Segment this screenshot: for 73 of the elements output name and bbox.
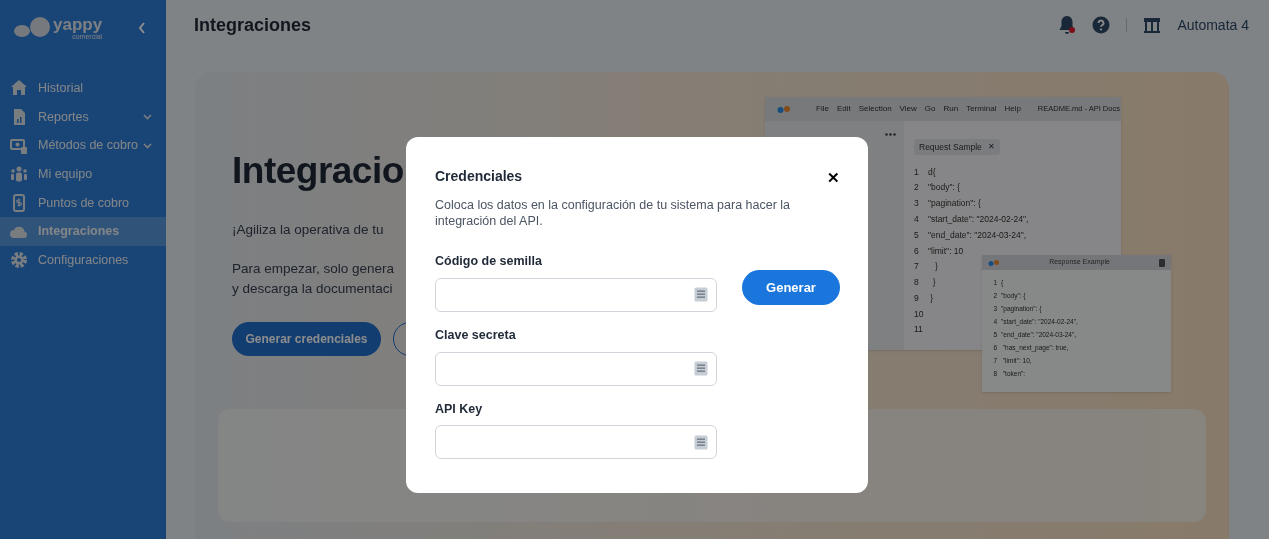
line-number: 6: [914, 244, 920, 258]
menu-item[interactable]: Edit: [836, 103, 851, 115]
line-number: 2: [914, 181, 920, 195]
chevron-down-icon[interactable]: [143, 142, 152, 149]
sidebar-item[interactable]: Métodos de cobro: [0, 131, 166, 161]
field-label: API Key: [435, 400, 484, 418]
code-line: d{: [928, 165, 936, 179]
input-field[interactable]: [435, 351, 717, 386]
code-line: "end_date": "2024-03-24",: [928, 228, 1027, 242]
hero-text: Para empezar, solo genera: [232, 260, 395, 279]
hero-text: y descarga la documentaci: [232, 280, 393, 299]
home-icon: [10, 79, 28, 98]
team-icon: [10, 165, 28, 184]
line-number: 5: [914, 228, 920, 242]
menu-item[interactable]: Help: [1004, 103, 1021, 115]
sidebar-item[interactable]: Reportes: [0, 102, 166, 132]
page-title: Integraciones: [194, 13, 312, 37]
logo-name: yappy: [53, 16, 103, 33]
sidebar-item[interactable]: Puntos de cobro: [0, 188, 166, 218]
collapse-icon[interactable]: [138, 22, 146, 34]
cash-icon: [10, 136, 28, 155]
field-label: Clave secreta: [435, 326, 517, 344]
menu-item[interactable]: Selection: [858, 103, 892, 115]
sidebar-item[interactable]: Mi equipo: [0, 160, 166, 189]
menu-item[interactable]: Go: [924, 103, 936, 115]
field-label: Código de semilla: [435, 253, 543, 270]
menu-item[interactable]: View: [899, 103, 917, 115]
hero-text: ¡Agiliza la operativa de tu: [232, 221, 384, 239]
code-line: "limit": 10: [928, 244, 964, 258]
copy-icon[interactable]: [694, 434, 708, 450]
menu-item[interactable]: File: [816, 103, 829, 115]
copy-icon[interactable]: [694, 287, 708, 303]
code-line: "start_date": "2024-02-24",: [928, 212, 1029, 226]
account-name[interactable]: Automata 4: [1177, 14, 1249, 36]
help-icon[interactable]: [1092, 16, 1111, 34]
line-number: 11: [914, 323, 924, 337]
input-field[interactable]: [435, 425, 717, 460]
line-number: 1: [914, 165, 920, 179]
more-icon[interactable]: [885, 133, 896, 136]
code-line: }: [929, 291, 934, 305]
sidebar-item[interactable]: Historial: [0, 74, 166, 103]
menu-item[interactable]: Run: [943, 103, 959, 115]
close-tab-icon[interactable]: ✕: [987, 141, 995, 154]
code-line: }: [931, 276, 936, 289]
editor-tab[interactable]: Request Sample ✕: [914, 139, 1000, 156]
generate-credentials-button[interactable]: Generar credenciales: [232, 322, 381, 357]
input-field[interactable]: [435, 277, 717, 312]
phone-icon: [10, 194, 28, 213]
gear-icon: [10, 251, 28, 270]
copy-icon[interactable]: [1159, 258, 1165, 267]
line-number: 3: [914, 197, 920, 210]
line-number: 4: [914, 212, 920, 226]
code-line: "pagination": {: [928, 197, 981, 210]
copy-icon[interactable]: [694, 361, 708, 376]
line-number: 9: [914, 291, 920, 305]
line-number: 8: [914, 276, 920, 289]
close-button[interactable]: ✕: [827, 170, 840, 185]
line-number: 10: [914, 307, 925, 321]
bell-icon[interactable]: [1058, 15, 1077, 35]
window-dots-icon: [777, 105, 791, 113]
hero-title: Integracio: [232, 152, 404, 189]
generate-button[interactable]: Generar: [742, 270, 840, 305]
window-dots-icon: [988, 259, 1000, 266]
chevron-down-icon[interactable]: [143, 114, 152, 121]
menu-item[interactable]: Terminal: [966, 103, 997, 115]
dialog-title: Credenciales: [435, 167, 523, 186]
store-icon[interactable]: [1143, 17, 1162, 33]
code-line: }: [934, 260, 938, 274]
line-number: 7: [914, 260, 920, 274]
sidebar-item[interactable]: Configuraciones: [0, 246, 166, 275]
code-line: "body": {: [928, 181, 961, 195]
logo-icon: [13, 17, 51, 39]
dialog-description: Coloca los datos en la configuración de tu sistema para hacer la integración del API.: [435, 197, 792, 229]
